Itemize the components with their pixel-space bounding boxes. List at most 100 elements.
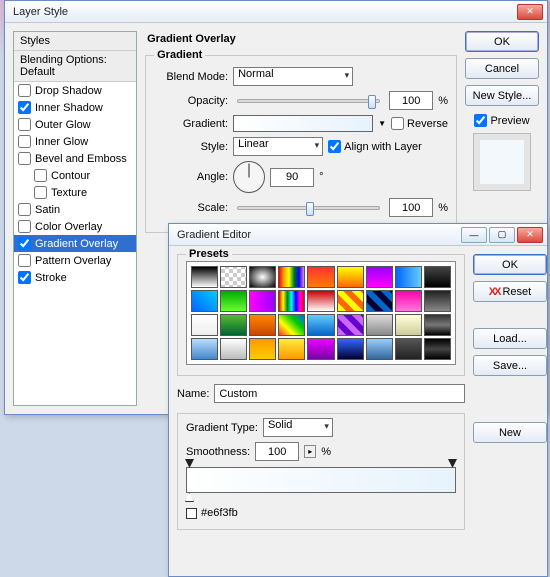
preset-swatch[interactable]: [366, 266, 393, 288]
opacity-stop[interactable]: [448, 459, 457, 468]
style-item-bevel-and-emboss[interactable]: Bevel and Emboss: [14, 150, 136, 167]
preset-swatch[interactable]: [424, 266, 451, 288]
preset-swatch[interactable]: [395, 338, 422, 360]
style-item-contour[interactable]: Contour: [14, 167, 136, 184]
preset-swatch[interactable]: [307, 266, 334, 288]
save-button[interactable]: Save...: [473, 355, 547, 376]
style-checkbox[interactable]: [34, 169, 47, 182]
preset-swatch[interactable]: [337, 290, 364, 312]
gradient-bar[interactable]: [186, 467, 456, 493]
preset-swatch[interactable]: [191, 338, 218, 360]
style-checkbox[interactable]: [18, 118, 31, 131]
style-checkbox[interactable]: [18, 254, 31, 267]
gradient-preview[interactable]: [233, 115, 373, 132]
preset-swatch[interactable]: [220, 290, 247, 312]
opacity-stop[interactable]: [185, 459, 194, 468]
preset-swatch[interactable]: [307, 338, 334, 360]
preset-swatch[interactable]: [424, 338, 451, 360]
style-item-texture[interactable]: Texture: [14, 184, 136, 201]
ok-button[interactable]: OK: [465, 31, 539, 52]
preset-swatch[interactable]: [220, 314, 247, 336]
scale-input[interactable]: [389, 198, 433, 217]
style-checkbox[interactable]: [18, 135, 31, 148]
preset-swatch[interactable]: [337, 338, 364, 360]
style-item-drop-shadow[interactable]: Drop Shadow: [14, 82, 136, 99]
preset-swatch[interactable]: [278, 338, 305, 360]
style-checkbox[interactable]: [18, 101, 31, 114]
preset-swatch[interactable]: [278, 266, 305, 288]
style-item-outer-glow[interactable]: Outer Glow: [14, 116, 136, 133]
ok-button[interactable]: OK: [473, 254, 547, 275]
cancel-button[interactable]: Cancel: [465, 58, 539, 79]
preset-swatch[interactable]: [191, 266, 218, 288]
style-item-pattern-overlay[interactable]: Pattern Overlay: [14, 252, 136, 269]
style-select[interactable]: Linear: [233, 137, 323, 156]
style-item-stroke[interactable]: Stroke: [14, 269, 136, 286]
preset-swatch[interactable]: [395, 314, 422, 336]
new-button[interactable]: New: [473, 422, 547, 443]
style-item-color-overlay[interactable]: Color Overlay: [14, 218, 136, 235]
style-checkbox[interactable]: [18, 203, 31, 216]
new-style-button[interactable]: New Style...: [465, 85, 539, 106]
style-item-inner-shadow[interactable]: Inner Shadow: [14, 99, 136, 116]
scale-slider[interactable]: [237, 206, 380, 210]
preset-swatch[interactable]: [337, 314, 364, 336]
minimize-icon[interactable]: ―: [461, 227, 487, 243]
preset-swatch[interactable]: [337, 266, 364, 288]
preset-swatch[interactable]: [278, 290, 305, 312]
preset-swatch[interactable]: [307, 290, 334, 312]
styles-header[interactable]: Styles: [14, 32, 136, 51]
style-label: Contour: [51, 170, 90, 182]
reset-button[interactable]: XXReset: [473, 281, 547, 302]
preset-swatch[interactable]: [366, 338, 393, 360]
preview-checkbox[interactable]: [474, 114, 487, 127]
style-checkbox[interactable]: [18, 152, 31, 165]
maximize-icon[interactable]: ▢: [489, 227, 515, 243]
close-icon[interactable]: ✕: [517, 227, 543, 243]
titlebar[interactable]: Gradient Editor ― ▢ ✕: [169, 224, 547, 246]
preset-swatch[interactable]: [395, 266, 422, 288]
reverse-checkbox[interactable]: [391, 117, 404, 130]
type-select[interactable]: Solid: [263, 418, 333, 437]
preset-swatch[interactable]: [278, 314, 305, 336]
close-icon[interactable]: ✕: [517, 4, 543, 20]
opacity-input[interactable]: [389, 91, 433, 110]
preset-swatch[interactable]: [249, 266, 276, 288]
style-checkbox[interactable]: [18, 271, 31, 284]
color-swatch-icon[interactable]: [186, 508, 197, 519]
titlebar[interactable]: Layer Style ✕: [5, 1, 547, 23]
preset-swatch[interactable]: [395, 290, 422, 312]
load-button[interactable]: Load...: [473, 328, 547, 349]
style-item-gradient-overlay[interactable]: Gradient Overlay: [14, 235, 136, 252]
style-checkbox[interactable]: [18, 84, 31, 97]
style-checkbox[interactable]: [18, 220, 31, 233]
preset-swatch[interactable]: [191, 290, 218, 312]
opacity-slider[interactable]: [237, 99, 380, 103]
preset-swatch[interactable]: [220, 338, 247, 360]
style-item-satin[interactable]: Satin: [14, 201, 136, 218]
preset-swatch[interactable]: [249, 338, 276, 360]
name-input[interactable]: [214, 384, 465, 403]
style-checkbox[interactable]: [34, 186, 47, 199]
preset-swatch[interactable]: [249, 290, 276, 312]
angle-wheel[interactable]: [233, 161, 265, 193]
blending-options[interactable]: Blending Options: Default: [14, 51, 136, 82]
preset-swatch[interactable]: [220, 266, 247, 288]
smoothness-input[interactable]: [255, 442, 299, 461]
preset-swatch[interactable]: [424, 314, 451, 336]
preset-swatch[interactable]: [366, 290, 393, 312]
blend-mode-select[interactable]: Normal: [233, 67, 353, 86]
preset-swatch[interactable]: [424, 290, 451, 312]
style-label: Color Overlay: [35, 221, 102, 233]
preset-swatch[interactable]: [191, 314, 218, 336]
preset-swatch[interactable]: [307, 314, 334, 336]
style-checkbox[interactable]: [18, 237, 31, 250]
style-label: Drop Shadow: [35, 85, 102, 97]
style-item-inner-glow[interactable]: Inner Glow: [14, 133, 136, 150]
preset-swatch[interactable]: [366, 314, 393, 336]
color-stop[interactable]: [185, 493, 194, 502]
align-checkbox[interactable]: [328, 140, 341, 153]
angle-input[interactable]: [270, 168, 314, 187]
preset-swatch[interactable]: [249, 314, 276, 336]
chevron-right-icon[interactable]: ▸: [304, 445, 316, 458]
